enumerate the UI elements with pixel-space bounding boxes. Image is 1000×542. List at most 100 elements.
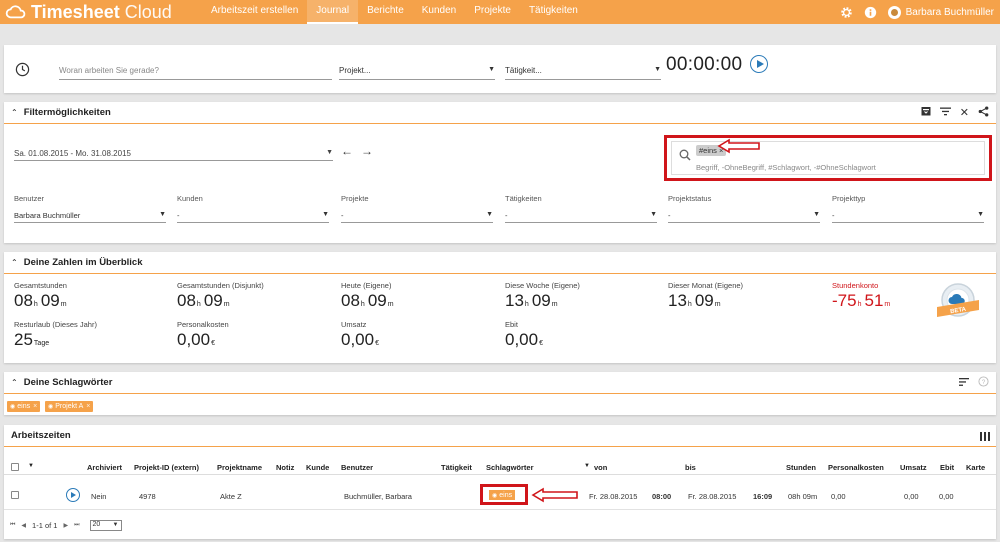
col-archiviert[interactable]: Archiviert [87, 463, 122, 472]
stat-value: 0,00€ [505, 330, 543, 349]
stat-label: Gesamtstunden (Disjunkt) [177, 281, 264, 290]
prev-page-icon[interactable]: ◀ [21, 522, 26, 529]
col-projektname[interactable]: Projektname [217, 463, 262, 472]
nav-item-projekte[interactable]: Projekte [465, 0, 520, 24]
app-logo[interactable]: Timesheet Cloud [5, 1, 172, 23]
tags-panel: ⌃ Deine Schlagwörter ? ◉ eins × ◉ Projekt A… [4, 372, 996, 415]
chevron-down-icon: ▼ [977, 211, 984, 218]
play-icon[interactable] [750, 55, 768, 73]
nav-item-kunden[interactable]: Kunden [413, 0, 465, 24]
task-placeholder: Woran arbeiten Sie gerade? [59, 66, 159, 75]
project-select[interactable]: Projekt... ▼ [339, 66, 495, 80]
col-stunden[interactable]: Stunden [786, 463, 816, 472]
brand-name: Timesheet [31, 1, 120, 22]
col-benutzer[interactable]: Benutzer [341, 463, 373, 472]
col-taetigkeit[interactable]: Tätigkeit [441, 463, 472, 472]
user-name[interactable]: Barbara Buchmüller [906, 7, 994, 18]
clock-icon [15, 62, 30, 77]
search-icon [679, 149, 691, 161]
beta-badge-icon: BETA [937, 283, 979, 317]
col-umsatz[interactable]: Umsatz [900, 463, 927, 472]
info-icon[interactable] [864, 5, 878, 19]
filter-select-benutzer[interactable]: Barbara Buchmüller ▼ [14, 208, 166, 223]
chevron-up-icon[interactable]: ⌃ [11, 258, 18, 267]
tags-header[interactable]: ⌃ Deine Schlagwörter ? [4, 372, 996, 394]
next-page-icon[interactable]: ▶ [63, 522, 68, 529]
col-projekt-id[interactable]: Projekt-ID (extern) [134, 463, 199, 472]
tag-chip[interactable]: ◉ eins × [7, 401, 41, 412]
stat-label: Heute (Eigene) [341, 281, 392, 290]
first-page-icon[interactable]: ⏮ [10, 522, 15, 529]
row-tag-chip[interactable]: ◉ eins [489, 490, 516, 500]
timer-display: 00:00:00 [666, 54, 743, 75]
overview-header[interactable]: ⌃ Deine Zahlen im Überblick [4, 252, 996, 274]
share-icon[interactable] [978, 105, 989, 120]
filter-header[interactable]: ⌃ Filtermöglichkeiten ✕ [4, 102, 996, 124]
activity-select-label: Tätigkeit... [505, 66, 542, 75]
overview-title: Deine Zahlen im Überblick [23, 257, 143, 268]
stat-resturlaub: Resturlaub (Dieses Jahr) 25Tage [14, 320, 97, 350]
pagination: ⏮ ◀ 1-1 of 1 ▶ ⏭ 20 ▼ [10, 520, 122, 531]
chevron-down-icon: ▼ [322, 211, 329, 218]
page-size-select[interactable]: 20 ▼ [89, 520, 122, 531]
col-notiz[interactable]: Notiz [276, 463, 294, 472]
close-icon[interactable]: × [33, 403, 37, 410]
filter-select-projekttyp[interactable]: - ▼ [832, 208, 984, 223]
stat-value: 08h 09m [177, 291, 230, 310]
filter-select-taetigkeiten[interactable]: - ▼ [505, 208, 657, 223]
col-von[interactable]: von [594, 463, 607, 472]
cell-umsatz: 0,00 [904, 492, 919, 501]
col-schlagwoerter[interactable]: Schlagwörter [486, 463, 534, 472]
last-page-icon[interactable]: ⏭ [74, 522, 79, 529]
task-input[interactable]: Woran arbeiten Sie gerade? [59, 66, 332, 80]
stat-stundenkonto: Stundenkonto -75h 51m [832, 281, 893, 311]
timer-panel: Woran arbeiten Sie gerade? Projekt... ▼ … [4, 45, 996, 93]
eye-icon: ◉ [10, 404, 16, 410]
row-divider [4, 509, 996, 510]
select-all-checkbox[interactable] [11, 463, 19, 471]
row-checkbox[interactable] [11, 491, 19, 499]
stat-label: Resturlaub (Dieses Jahr) [14, 320, 97, 329]
work-times-title: Arbeitszeiten [11, 430, 71, 441]
nav-item-arbeitszeit-erstellen[interactable]: Arbeitszeit erstellen [202, 0, 307, 24]
stat-value: 08h 09m [341, 291, 394, 310]
filter-list-icon[interactable] [939, 107, 951, 119]
gear-icon[interactable] [840, 5, 854, 19]
nav-item-journal[interactable]: Journal [307, 0, 359, 24]
filter-select-kunden[interactable]: - ▼ [177, 208, 329, 223]
arrow-left-icon[interactable]: ← [341, 144, 353, 158]
chevron-down-icon: ▼ [654, 66, 661, 73]
play-icon[interactable] [66, 488, 80, 502]
close-icon[interactable]: × [86, 403, 90, 410]
help-icon[interactable]: ? [978, 375, 989, 390]
columns-icon[interactable] [980, 432, 990, 441]
stat-umsatz: Umsatz 0,00€ [341, 320, 382, 350]
chevron-down-icon[interactable]: ▼ [28, 463, 34, 469]
nav-item-berichte[interactable]: Berichte [358, 0, 413, 24]
cloud-logo-icon [5, 5, 26, 19]
col-karte[interactable]: Karte [966, 463, 985, 472]
nav-item-taetigkeiten[interactable]: Tätigkeiten [520, 0, 587, 24]
col-bis[interactable]: bis [685, 463, 696, 472]
chevron-up-icon[interactable]: ⌃ [11, 378, 18, 387]
close-icon[interactable]: ✕ [960, 106, 969, 119]
sort-desc-icon[interactable]: ▼ [584, 463, 590, 469]
chevron-up-icon[interactable]: ⌃ [11, 108, 18, 117]
date-range-select[interactable]: Sa. 01.08.2015 - Mo. 31.08.2015 ▼ [14, 146, 333, 161]
avatar[interactable] [887, 5, 901, 19]
tag-chip[interactable]: ◉ Projekt A × [45, 401, 94, 412]
arrow-right-icon[interactable]: → [361, 144, 373, 158]
col-personalkosten[interactable]: Personalkosten [828, 463, 884, 472]
activity-select[interactable]: Tätigkeit... ▼ [505, 66, 661, 80]
stat-ebit: Ebit 0,00€ [505, 320, 546, 350]
stat-value: 13h 09m [505, 291, 558, 310]
sort-icon[interactable] [959, 377, 969, 389]
col-kunde[interactable]: Kunde [306, 463, 329, 472]
filter-select-projekte[interactable]: - ▼ [341, 208, 493, 223]
archive-icon[interactable] [921, 106, 931, 119]
page-range: 1-1 of 1 [32, 521, 58, 530]
stat-label: Ebit [505, 320, 518, 329]
filter-select-projektstatus[interactable]: - ▼ [668, 208, 820, 223]
col-ebit[interactable]: Ebit [940, 463, 954, 472]
filter-value-kunden: - [177, 211, 180, 220]
